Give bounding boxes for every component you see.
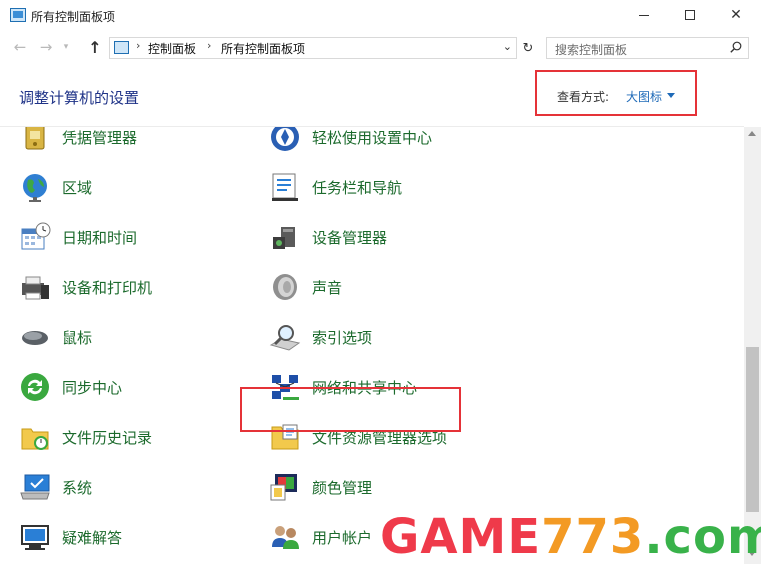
refresh-button[interactable]: ↻ — [518, 37, 538, 59]
item-label: 鼠标 — [62, 328, 93, 347]
item-label: 同步中心 — [62, 378, 123, 397]
troubleshooting-icon — [19, 521, 51, 553]
breadcrumb-control-panel[interactable]: 控制面板 — [148, 40, 196, 57]
breadcrumb-all-items[interactable]: 所有控制面板项 — [221, 40, 305, 57]
user-accounts-icon — [269, 521, 301, 553]
sync-icon — [19, 371, 51, 403]
item-label: 颜色管理 — [312, 478, 373, 497]
item-sync-center[interactable]: 同步中心 — [19, 367, 122, 407]
arrow-right-icon: → — [39, 38, 53, 56]
maximize-icon — [685, 10, 695, 20]
recent-locations-button[interactable]: ▾ — [60, 36, 72, 58]
item-label: 声音 — [312, 278, 343, 297]
item-file-history[interactable]: 文件历史记录 — [19, 417, 152, 457]
item-color-management[interactable]: 颜色管理 — [269, 467, 372, 507]
minimize-button[interactable] — [621, 0, 667, 30]
item-ease-of-access[interactable]: 轻松使用设置中心 — [269, 127, 432, 157]
search-placeholder: 搜索控制面板 — [555, 43, 628, 57]
item-label: 轻松使用设置中心 — [312, 128, 433, 147]
watermark-part3: .com — [644, 509, 761, 564]
item-indexing-options[interactable]: 索引选项 — [269, 317, 372, 357]
item-system[interactable]: 系统 — [19, 467, 92, 507]
sound-highlight — [240, 387, 461, 432]
address-bar[interactable]: › 控制面板 › 所有控制面板项 ⌄ — [109, 37, 517, 59]
speaker-icon — [269, 271, 301, 303]
window-title: 所有控制面板项 — [31, 10, 116, 24]
file-history-icon — [19, 421, 51, 453]
system-monitor-icon — [19, 471, 51, 503]
breadcrumb-separator-icon[interactable]: › — [136, 39, 140, 52]
control-panel-items: 凭据管理器 轻松使用设置中心 区域 任务栏和导航 日期和时间 设备管理器 设备和… — [0, 127, 744, 564]
page-title: 调整计算机的设置 — [19, 89, 140, 107]
vertical-scrollbar[interactable] — [744, 127, 761, 564]
view-by-dropdown[interactable]: 大图标 — [626, 88, 662, 105]
credential-manager-icon — [19, 127, 51, 153]
taskbar-icon — [269, 171, 301, 203]
item-region[interactable]: 区域 — [19, 167, 92, 207]
close-button[interactable]: ✕ — [713, 0, 759, 30]
ease-of-access-icon — [269, 127, 301, 153]
item-devices-printers[interactable]: 设备和打印机 — [19, 267, 152, 307]
scroll-up-icon[interactable] — [748, 131, 756, 136]
item-label: 疑难解答 — [62, 528, 123, 547]
item-label: 系统 — [62, 478, 93, 497]
control-panel-icon — [10, 8, 26, 22]
address-dropdown-icon[interactable]: ⌄ — [503, 40, 512, 53]
control-panel-icon — [114, 41, 129, 54]
color-management-icon — [269, 471, 301, 503]
refresh-icon: ↻ — [522, 40, 534, 56]
item-label: 任务栏和导航 — [312, 178, 403, 197]
search-icon — [730, 41, 742, 53]
indexing-icon — [269, 321, 301, 353]
region-globe-icon — [19, 171, 51, 203]
maximize-button[interactable] — [667, 0, 713, 30]
watermark-part2: 773 — [541, 509, 645, 564]
date-time-icon — [19, 221, 51, 253]
device-manager-icon — [269, 221, 301, 253]
item-credential-manager[interactable]: 凭据管理器 — [19, 127, 137, 157]
caret-down-icon[interactable] — [667, 93, 675, 98]
item-label: 用户帐户 — [312, 528, 373, 547]
item-label: 索引选项 — [312, 328, 373, 347]
item-user-accounts[interactable]: 用户帐户 — [269, 517, 372, 557]
search-input[interactable]: 搜索控制面板 — [546, 37, 749, 59]
item-sound[interactable]: 声音 — [269, 267, 342, 307]
breadcrumb-separator-icon[interactable]: › — [207, 39, 211, 52]
item-label: 区域 — [62, 178, 93, 197]
item-device-manager[interactable]: 设备管理器 — [269, 217, 387, 257]
arrow-up-icon: ↑ — [88, 37, 102, 57]
scrollbar-thumb[interactable] — [746, 347, 759, 512]
item-label: 凭据管理器 — [62, 128, 138, 147]
title-bar: 所有控制面板项 ✕ — [0, 0, 761, 32]
item-label: 文件历史记录 — [62, 428, 153, 447]
printer-icon — [19, 271, 51, 303]
minimize-icon — [639, 14, 649, 16]
item-label: 设备和打印机 — [62, 278, 153, 297]
chevron-down-icon: ▾ — [63, 42, 69, 52]
item-date-time[interactable]: 日期和时间 — [19, 217, 137, 257]
back-button[interactable]: ← — [9, 36, 31, 58]
watermark-part1: GAME — [380, 509, 542, 564]
mouse-icon — [19, 321, 51, 353]
item-label: 日期和时间 — [62, 228, 138, 247]
view-by-label: 查看方式: — [557, 90, 610, 104]
forward-button[interactable]: → — [35, 36, 57, 58]
item-taskbar-navigation[interactable]: 任务栏和导航 — [269, 167, 402, 207]
close-icon: ✕ — [730, 7, 742, 23]
item-troubleshooting[interactable]: 疑难解答 — [19, 517, 122, 557]
arrow-left-icon: ← — [13, 38, 27, 56]
item-mouse[interactable]: 鼠标 — [19, 317, 92, 357]
up-button[interactable]: ↑ — [84, 36, 106, 58]
item-label: 设备管理器 — [312, 228, 388, 247]
watermark-logo: GAME773.com — [380, 510, 761, 564]
